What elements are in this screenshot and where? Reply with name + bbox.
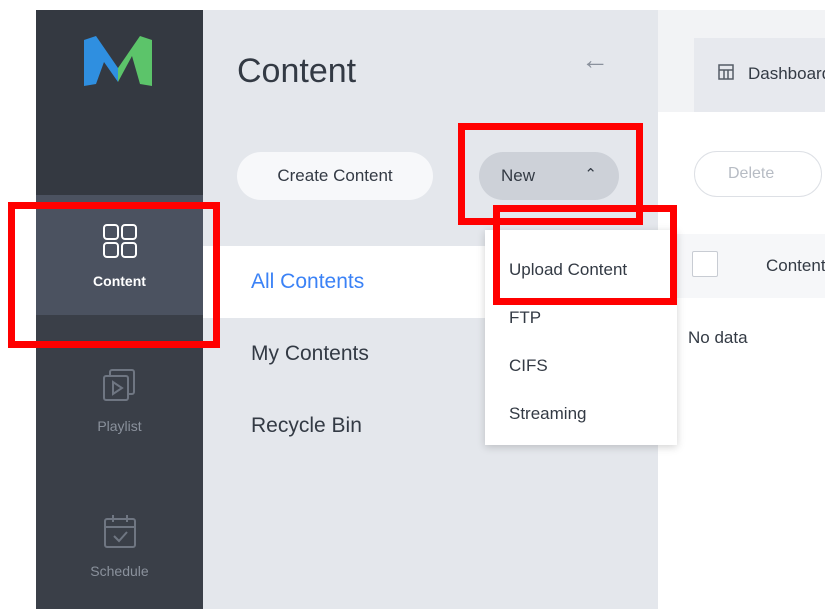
delete-button[interactable]: Delete [694,151,822,197]
back-arrow-icon[interactable]: ← [581,44,609,76]
menu-item-cifs[interactable]: CIFS [509,356,548,376]
tab-dashboard[interactable]: Dashboard [694,38,825,112]
highlight-box-upload [493,205,677,305]
nav-playlist-label: Playlist [97,418,142,434]
calendar-icon [103,515,136,548]
table-header: Content [658,234,825,298]
dashboard-icon [718,64,734,80]
tab-dashboard-label: Dashboard [748,64,825,83]
menu-item-streaming[interactable]: Streaming [509,404,586,424]
empty-state: No data [688,328,748,347]
select-all-checkbox[interactable] [692,251,718,277]
tab-strip: Dashboard [658,10,825,112]
nav-schedule-label: Schedule [90,563,149,579]
nav-playlist[interactable]: Playlist [36,340,203,460]
column-header-content[interactable]: Content [766,256,825,276]
main-area: Dashboard Delete Content No data [658,10,825,609]
nav-schedule[interactable]: Schedule [36,485,203,605]
highlight-box-content [8,202,220,348]
playlist-icon [102,369,135,401]
create-content-button[interactable]: Create Content [237,152,433,200]
menu-item-ftp[interactable]: FTP [509,308,541,328]
rail-header [36,10,203,195]
panel-title: Content [237,52,357,90]
logo-m-icon[interactable] [82,34,154,90]
